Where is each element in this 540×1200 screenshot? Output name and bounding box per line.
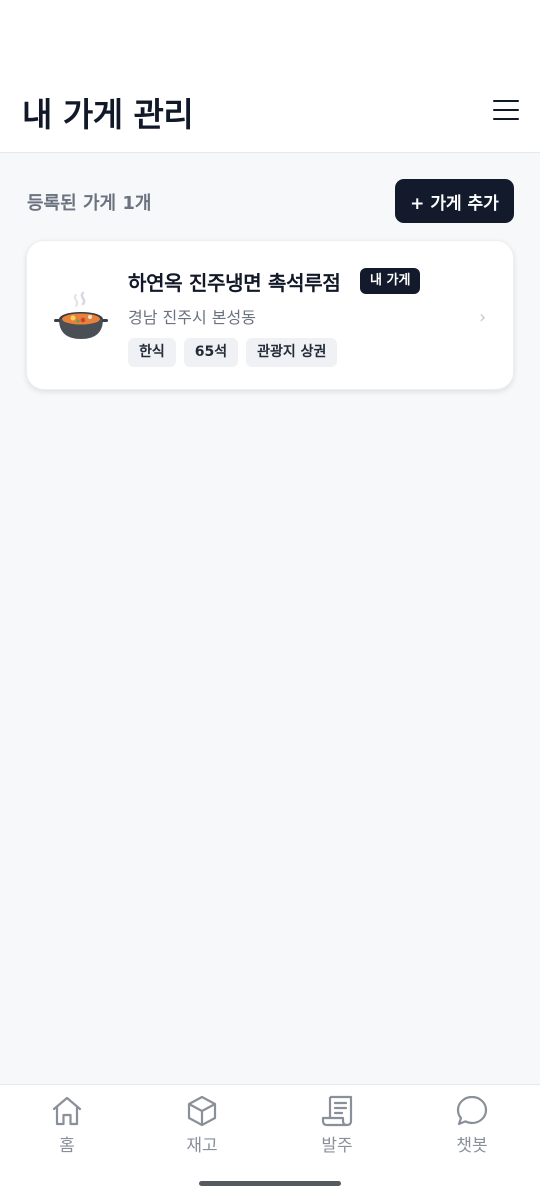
nav-label-chatbot: 챗봇 — [456, 1136, 488, 1156]
menu-line — [493, 118, 519, 120]
store-name: 하연옥 진주냉면 촉석루점 — [128, 271, 341, 295]
pot-of-food-icon — [54, 291, 108, 339]
home-indicator — [199, 1181, 341, 1186]
nav-item-inventory[interactable]: 재고 — [157, 1093, 247, 1163]
chat-bubble-icon — [456, 1095, 488, 1126]
store-address: 경남 진주시 본성동 — [128, 308, 256, 327]
my-store-badge: 내 가게 — [360, 268, 421, 294]
cuisine-tag: 한식 — [128, 338, 176, 367]
add-store-button[interactable]: + 가게 추가 — [395, 179, 514, 223]
nav-item-home[interactable]: 홈 — [22, 1093, 112, 1163]
nav-label-order: 발주 — [321, 1136, 353, 1156]
page-title: 내 가게 관리 — [22, 95, 194, 134]
store-count-label: 등록된 가게 1개 — [27, 193, 152, 214]
seats-tag: 65석 — [183, 338, 239, 367]
store-tags: 한식 65석 관광지 상권 — [128, 338, 338, 367]
home-icon — [52, 1096, 82, 1126]
nav-label-home: 홈 — [59, 1136, 75, 1156]
store-card[interactable]: 하연옥 진주냉면 촉석루점 내 가게 경남 진주시 본성동 한식 65석 관광지… — [26, 240, 514, 390]
chevron-right-icon: › — [479, 307, 487, 328]
nav-label-inventory: 재고 — [186, 1136, 218, 1156]
hamburger-menu-icon[interactable] — [488, 96, 524, 124]
box-icon — [187, 1095, 217, 1127]
menu-line — [493, 109, 519, 111]
menu-line — [493, 100, 519, 102]
nav-item-chatbot[interactable]: 챗봇 — [427, 1093, 517, 1163]
area-tag: 관광지 상권 — [246, 338, 338, 367]
nav-item-order[interactable]: 발주 — [292, 1093, 382, 1163]
receipt-icon — [321, 1095, 353, 1127]
screen: 내 가게 관리 등록된 가게 1개 + 가게 추가 하연옥 진주냉면 촉석루점 … — [0, 0, 540, 1200]
header: 내 가게 관리 — [0, 0, 540, 153]
